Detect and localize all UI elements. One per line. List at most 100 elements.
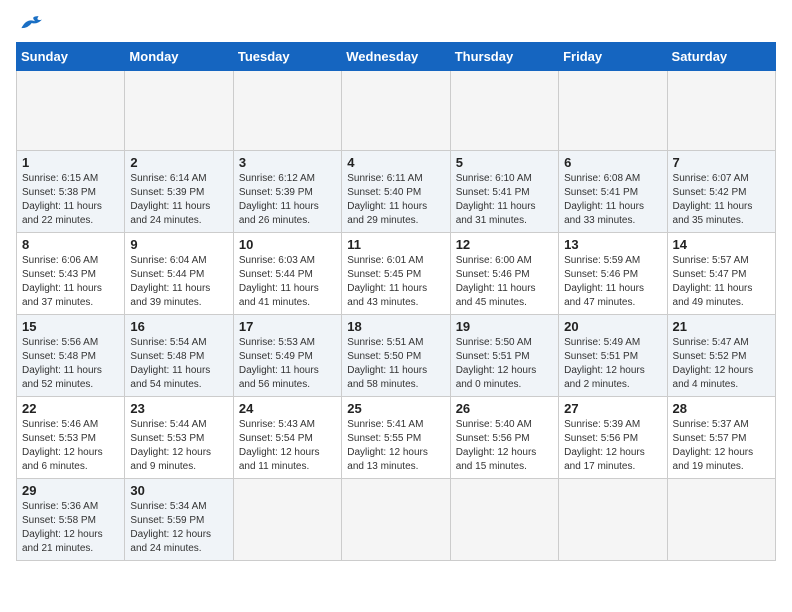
calendar-cell	[342, 479, 450, 561]
day-info: Sunrise: 5:59 AMSunset: 5:46 PMDaylight:…	[564, 254, 661, 310]
day-info: Sunrise: 5:37 AMSunset: 5:57 PMDaylight:…	[673, 418, 770, 474]
day-number: 8	[22, 237, 119, 252]
calendar-cell	[667, 71, 775, 151]
day-number: 10	[239, 237, 336, 252]
calendar-cell: 5Sunrise: 6:10 AMSunset: 5:41 PMDaylight…	[450, 151, 558, 233]
calendar-cell: 10Sunrise: 6:03 AMSunset: 5:44 PMDayligh…	[233, 233, 341, 315]
day-number: 11	[347, 237, 444, 252]
calendar-cell: 3Sunrise: 6:12 AMSunset: 5:39 PMDaylight…	[233, 151, 341, 233]
calendar-cell: 25 Sunrise: 5:41 AMSunset: 5:55 PMDayligh…	[342, 397, 450, 479]
calendar-week-row: 8 Sunrise: 6:06 AMSunset: 5:43 PMDaylight…	[17, 233, 776, 315]
day-info: Sunrise: 5:49 AMSunset: 5:51 PMDaylight:…	[564, 336, 661, 392]
calendar-cell: 29Sunrise: 5:36 AMSunset: 5:58 PMDayligh…	[17, 479, 125, 561]
day-number: 5	[456, 155, 553, 170]
calendar-day-header: Thursday	[450, 43, 558, 71]
day-info: Sunrise: 6:11 AMSunset: 5:40 PMDaylight:…	[347, 172, 444, 228]
calendar-cell: 19Sunrise: 5:50 AMSunset: 5:51 PMDayligh…	[450, 315, 558, 397]
calendar-cell	[233, 479, 341, 561]
day-info: Sunrise: 6:00 AMSunset: 5:46 PMDaylight:…	[456, 254, 553, 310]
day-info: Sunrise: 5:56 AMSunset: 5:48 PMDaylight:…	[22, 336, 119, 392]
day-info: Sunrise: 5:51 AMSunset: 5:50 PMDaylight:…	[347, 336, 444, 392]
calendar-cell: 8 Sunrise: 6:06 AMSunset: 5:43 PMDaylight…	[17, 233, 125, 315]
day-number: 14	[673, 237, 770, 252]
day-info: Sunrise: 5:34 AMSunset: 5:59 PMDaylight:…	[130, 500, 227, 556]
calendar-cell: 27 Sunrise: 5:39 AMSunset: 5:56 PMDayligh…	[559, 397, 667, 479]
calendar-cell	[17, 71, 125, 151]
day-info: Sunrise: 5:43 AMSunset: 5:54 PMDaylight:…	[239, 418, 336, 474]
day-info: Sunrise: 6:01 AMSunset: 5:45 PMDaylight:…	[347, 254, 444, 310]
day-info: Sunrise: 5:39 AMSunset: 5:56 PMDaylight:…	[564, 418, 661, 474]
day-info: Sunrise: 5:47 AMSunset: 5:52 PMDaylight:…	[673, 336, 770, 392]
calendar-cell: 14 Sunrise: 5:57 AMSunset: 5:47 PMDayligh…	[667, 233, 775, 315]
day-info: Sunrise: 5:54 AMSunset: 5:48 PMDaylight:…	[130, 336, 227, 392]
calendar-cell: 20 Sunrise: 5:49 AMSunset: 5:51 PMDayligh…	[559, 315, 667, 397]
calendar-cell: 22Sunrise: 5:46 AMSunset: 5:53 PMDayligh…	[17, 397, 125, 479]
calendar-week-row: 15 Sunrise: 5:56 AMSunset: 5:48 PMDayligh…	[17, 315, 776, 397]
day-info: Sunrise: 5:44 AMSunset: 5:53 PMDaylight:…	[130, 418, 227, 474]
day-number: 26	[456, 401, 553, 416]
calendar-cell: 2 Sunrise: 6:14 AMSunset: 5:39 PMDaylight…	[125, 151, 233, 233]
day-number: 30	[130, 483, 227, 498]
day-number: 27	[564, 401, 661, 416]
calendar-day-header: Tuesday	[233, 43, 341, 71]
calendar-cell	[559, 479, 667, 561]
calendar-cell: 13 Sunrise: 5:59 AMSunset: 5:46 PMDayligh…	[559, 233, 667, 315]
calendar-cell: 6Sunrise: 6:08 AMSunset: 5:41 PMDaylight…	[559, 151, 667, 233]
day-number: 17	[239, 319, 336, 334]
logo	[16, 16, 42, 34]
day-info: Sunrise: 5:53 AMSunset: 5:49 PMDaylight:…	[239, 336, 336, 392]
day-number: 18	[347, 319, 444, 334]
calendar-cell: 21 Sunrise: 5:47 AMSunset: 5:52 PMDayligh…	[667, 315, 775, 397]
calendar-cell: 18 Sunrise: 5:51 AMSunset: 5:50 PMDayligh…	[342, 315, 450, 397]
day-number: 25	[347, 401, 444, 416]
calendar-cell: 28 Sunrise: 5:37 AMSunset: 5:57 PMDayligh…	[667, 397, 775, 479]
day-info: Sunrise: 6:14 AMSunset: 5:39 PMDaylight:…	[130, 172, 227, 228]
calendar-header-row: SundayMondayTuesdayWednesdayThursdayFrid…	[17, 43, 776, 71]
day-number: 23	[130, 401, 227, 416]
day-info: Sunrise: 5:41 AMSunset: 5:55 PMDaylight:…	[347, 418, 444, 474]
day-info: Sunrise: 6:08 AMSunset: 5:41 PMDaylight:…	[564, 172, 661, 228]
calendar-cell: 26 Sunrise: 5:40 AMSunset: 5:56 PMDayligh…	[450, 397, 558, 479]
day-number: 19	[456, 319, 553, 334]
day-number: 4	[347, 155, 444, 170]
day-info: Sunrise: 5:40 AMSunset: 5:56 PMDaylight:…	[456, 418, 553, 474]
page-header	[16, 16, 776, 34]
day-number: 22	[22, 401, 119, 416]
day-info: Sunrise: 6:12 AMSunset: 5:39 PMDaylight:…	[239, 172, 336, 228]
day-number: 7	[673, 155, 770, 170]
day-number: 20	[564, 319, 661, 334]
day-info: Sunrise: 5:57 AMSunset: 5:47 PMDaylight:…	[673, 254, 770, 310]
calendar-day-header: Saturday	[667, 43, 775, 71]
calendar-table: SundayMondayTuesdayWednesdayThursdayFrid…	[16, 42, 776, 561]
calendar-cell: 1Sunrise: 6:15 AMSunset: 5:38 PMDaylight…	[17, 151, 125, 233]
calendar-week-row: 22Sunrise: 5:46 AMSunset: 5:53 PMDayligh…	[17, 397, 776, 479]
calendar-cell	[667, 479, 775, 561]
calendar-day-header: Sunday	[17, 43, 125, 71]
day-info: Sunrise: 6:06 AMSunset: 5:43 PMDaylight:…	[22, 254, 119, 310]
calendar-cell	[233, 71, 341, 151]
calendar-cell	[450, 71, 558, 151]
calendar-cell: 11 Sunrise: 6:01 AMSunset: 5:45 PMDayligh…	[342, 233, 450, 315]
calendar-cell: 7Sunrise: 6:07 AMSunset: 5:42 PMDaylight…	[667, 151, 775, 233]
calendar-cell	[342, 71, 450, 151]
logo-bird-icon	[18, 14, 42, 32]
day-number: 1	[22, 155, 119, 170]
calendar-cell: 23 Sunrise: 5:44 AMSunset: 5:53 PMDayligh…	[125, 397, 233, 479]
day-info: Sunrise: 6:04 AMSunset: 5:44 PMDaylight:…	[130, 254, 227, 310]
calendar-cell	[125, 71, 233, 151]
calendar-cell: 12Sunrise: 6:00 AMSunset: 5:46 PMDayligh…	[450, 233, 558, 315]
day-number: 28	[673, 401, 770, 416]
calendar-cell: 17 Sunrise: 5:53 AMSunset: 5:49 PMDayligh…	[233, 315, 341, 397]
day-number: 2	[130, 155, 227, 170]
day-number: 15	[22, 319, 119, 334]
day-number: 21	[673, 319, 770, 334]
calendar-cell: 9Sunrise: 6:04 AMSunset: 5:44 PMDaylight…	[125, 233, 233, 315]
day-number: 13	[564, 237, 661, 252]
calendar-day-header: Wednesday	[342, 43, 450, 71]
day-number: 24	[239, 401, 336, 416]
calendar-week-row	[17, 71, 776, 151]
calendar-cell: 15 Sunrise: 5:56 AMSunset: 5:48 PMDayligh…	[17, 315, 125, 397]
day-info: Sunrise: 5:36 AMSunset: 5:58 PMDaylight:…	[22, 500, 119, 556]
calendar-cell: 4 Sunrise: 6:11 AMSunset: 5:40 PMDaylight…	[342, 151, 450, 233]
calendar-day-header: Monday	[125, 43, 233, 71]
